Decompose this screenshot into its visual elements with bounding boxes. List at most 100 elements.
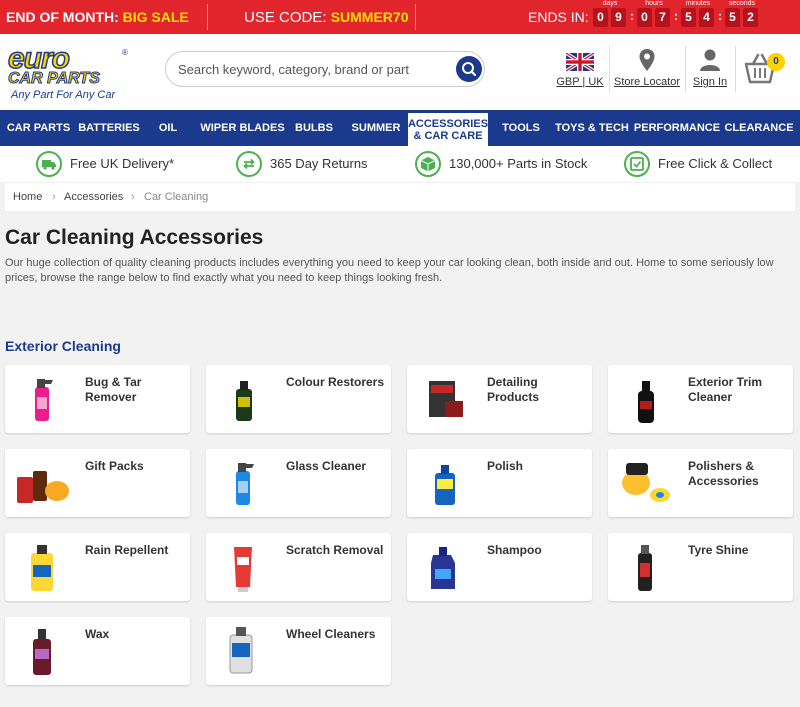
spray-bottle-thumbnail <box>236 463 254 505</box>
header-divider <box>735 46 736 92</box>
timer-label: minutes <box>685 0 711 7</box>
category-name: Rain Repellent <box>85 543 169 557</box>
search-icon <box>462 62 477 77</box>
aerosol-can-thumbnail <box>638 545 652 591</box>
ends-in-label: ENDS IN: <box>528 9 589 25</box>
breadcrumb-accessories[interactable]: Accessories <box>64 191 123 203</box>
nav-item-oil[interactable]: OIL <box>141 110 195 146</box>
category-name: Wheel Cleaners <box>286 627 376 641</box>
nav-item-wiper-blades[interactable]: WIPER BLADES <box>195 110 290 146</box>
category-card-polish[interactable]: Polish <box>407 449 592 517</box>
category-name: Polishers & Accessories <box>688 459 759 488</box>
breadcrumb-home[interactable]: Home <box>13 191 42 203</box>
tube-thumbnail <box>234 547 252 592</box>
nav-item-batteries[interactable]: BATTERIES <box>77 110 141 146</box>
nav-item-car-parts[interactable]: CAR PARTS <box>0 110 77 146</box>
category-card-glass-cleaner[interactable]: Glass Cleaner <box>206 449 391 517</box>
user-icon <box>700 49 720 71</box>
nav-item-accessories[interactable]: ACCESSORIES & CAR CARE <box>408 110 488 146</box>
bottle-thumbnail <box>31 545 53 591</box>
category-card-colour-restorers[interactable]: Colour Restorers <box>206 365 391 433</box>
usp-label: Free UK Delivery* <box>70 156 175 171</box>
promo-code-value: SUMMER70 <box>330 9 409 25</box>
click-collect-icon <box>624 151 650 177</box>
gift-pack-thumbnail <box>17 471 69 503</box>
promo-code: USE CODE: SUMMER70 <box>244 9 408 26</box>
usp-label: 365 Day Returns <box>270 156 368 171</box>
search-button[interactable] <box>456 56 482 82</box>
breadcrumb-separator-icon: › <box>52 191 56 203</box>
site-logo[interactable]: euro CAR PARTS Any Part For Any Car ® <box>7 41 128 102</box>
promo-divider <box>207 4 208 30</box>
breadcrumb-separator-icon: › <box>131 191 135 203</box>
header-divider <box>609 46 610 92</box>
usp-label: Free Click & Collect <box>658 156 773 171</box>
main-nav: CAR PARTS BATTERIES OIL WIPER BLADES BUL… <box>0 110 800 146</box>
category-card-shampoo[interactable]: Shampoo <box>407 533 592 601</box>
category-name: Exterior Trim Cleaner <box>688 375 763 404</box>
category-card-tyre-shine[interactable]: Tyre Shine <box>608 533 793 601</box>
promo-prefix: END OF MONTH: <box>6 9 123 25</box>
category-name: Colour Restorers <box>286 375 385 389</box>
timer-minutes: minutes 5 4 <box>678 0 718 34</box>
timer-digit: 2 <box>743 8 758 27</box>
logo-tagline: Any Part For Any Car <box>11 89 116 101</box>
search-input[interactable] <box>178 60 448 78</box>
delivery-truck-icon <box>36 151 62 177</box>
timer-hours: hours 0 7 <box>634 0 674 34</box>
logo-subwordmark: CAR PARTS <box>8 70 101 88</box>
bottle-thumbnail <box>638 381 654 423</box>
category-card-exterior-trim-cleaner[interactable]: Exterior Trim Cleaner <box>608 365 793 433</box>
category-name: Gift Packs <box>85 459 144 473</box>
timer-digit: 5 <box>681 8 696 27</box>
uk-flag-icon <box>566 53 594 71</box>
nav-item-performance[interactable]: PERFORMANCE <box>632 110 722 146</box>
page-description: Our huge collection of quality cleaning … <box>5 257 774 284</box>
polisher-thumbnail <box>622 463 670 502</box>
category-card-gift-packs[interactable]: Gift Packs <box>5 449 190 517</box>
category-name: Wax <box>85 627 110 641</box>
category-card-bug-tar-remover[interactable]: Bug & Tar Remover <box>5 365 190 433</box>
category-card-wax[interactable]: Wax <box>5 617 190 685</box>
section-heading: Exterior Cleaning <box>5 338 121 354</box>
breadcrumb: Home › Accessories › Car Cleaning <box>5 182 795 211</box>
basket-count-badge: 0 <box>767 53 785 71</box>
usp-label: 130,000+ Parts in Stock <box>449 156 588 171</box>
promo-highlight: BIG SALE <box>122 9 189 25</box>
nav-item-toys-tech[interactable]: TOYS & TECH <box>552 110 632 146</box>
category-card-detailing-products[interactable]: Detailing Products <box>407 365 592 433</box>
timer-label: days <box>602 0 618 7</box>
category-card-rain-repellent[interactable]: Rain Repellent <box>5 533 190 601</box>
parts-box-icon <box>415 151 441 177</box>
nav-item-clearance[interactable]: CLEARANCE <box>722 110 796 146</box>
promo-month-sale: END OF MONTH: BIG SALE <box>6 9 189 25</box>
nav-item-bulbs[interactable]: BULBS <box>290 110 338 146</box>
timer-seconds: seconds 5 2 <box>722 0 762 34</box>
jug-bottle-thumbnail <box>431 547 455 589</box>
promo-code-prefix: USE CODE: <box>244 9 331 26</box>
bottle-thumbnail <box>435 465 455 505</box>
timer-label: seconds <box>728 0 756 7</box>
bottle-thumbnail <box>236 381 252 421</box>
promo-divider <box>415 4 416 30</box>
category-name: Glass Cleaner <box>286 459 367 473</box>
search-bar <box>165 51 485 87</box>
timer-digit: 5 <box>725 8 740 27</box>
timer-digit: 0 <box>593 8 608 27</box>
category-card-wheel-cleaners[interactable]: Wheel Cleaners <box>206 617 391 685</box>
detailing-kit-thumbnail <box>429 381 463 417</box>
timer-digit: 4 <box>699 8 714 27</box>
timer-label: hours <box>645 0 663 7</box>
header-divider <box>685 46 686 92</box>
nav-item-summer[interactable]: SUMMER <box>345 110 407 146</box>
map-pin-icon <box>639 49 655 71</box>
category-card-polishers-accessories[interactable]: Polishers & Accessories <box>608 449 793 517</box>
category-name: Bug & Tar Remover <box>85 375 142 404</box>
category-name: Polish <box>487 459 524 473</box>
promo-bar: END OF MONTH: BIG SALE USE CODE: SUMMER7… <box>0 0 800 34</box>
category-card-scratch-removal[interactable]: Scratch Removal <box>206 533 391 601</box>
category-name: Tyre Shine <box>688 543 749 557</box>
sign-in-label: Sign In <box>692 76 728 88</box>
timer-digit: 7 <box>655 8 670 27</box>
nav-item-tools[interactable]: TOOLS <box>490 110 552 146</box>
